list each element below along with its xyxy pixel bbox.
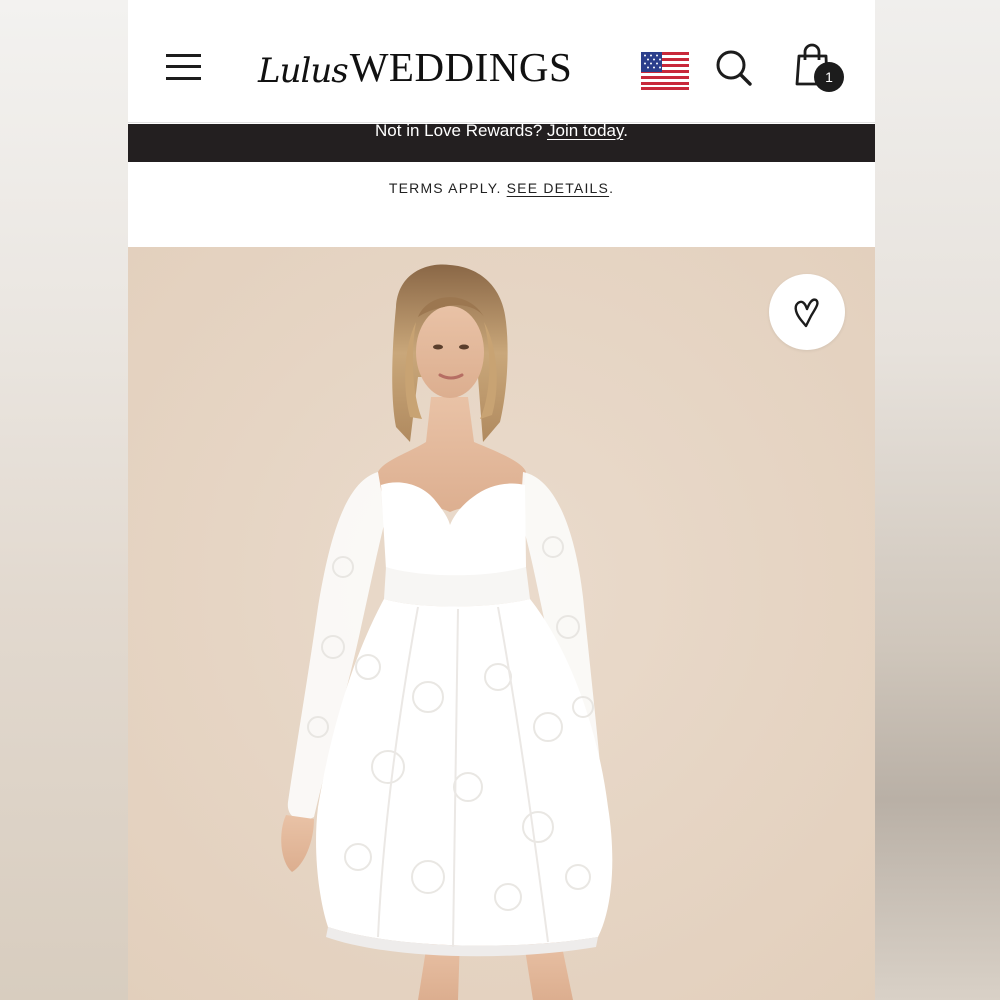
background-left-edge <box>0 0 128 1000</box>
model-in-white-lace-dress-image <box>128 247 875 1000</box>
see-details-link[interactable]: SEE DETAILS <box>507 180 609 196</box>
terms-text: TERMS APPLY. <box>388 180 507 196</box>
mobile-page: Lulus WEDDINGS 1 Not in Love Rewards? Jo… <box>128 0 875 1000</box>
cart-count-badge: 1 <box>814 62 844 92</box>
site-header: Lulus WEDDINGS 1 <box>128 0 875 123</box>
promo-text: Not in Love Rewards? Join today. <box>375 121 628 140</box>
promo-suffix: . <box>623 121 628 140</box>
heart-icon <box>794 298 819 328</box>
us-flag-icon[interactable] <box>641 52 689 90</box>
background-right-edge <box>875 0 1000 1000</box>
join-today-link[interactable]: Join today <box>547 121 623 140</box>
product-image[interactable] <box>128 247 875 1000</box>
logo-script: Lulus <box>258 51 349 91</box>
lulus-weddings-logo[interactable]: Lulus WEDDINGS <box>258 38 598 91</box>
search-icon[interactable] <box>714 48 754 88</box>
favorite-button[interactable] <box>769 274 845 350</box>
rewards-promo-bar: Not in Love Rewards? Join today. <box>128 121 875 162</box>
terms-notice: TERMS APPLY. SEE DETAILS. <box>128 180 875 196</box>
promo-message: Not in Love Rewards? <box>375 121 547 140</box>
hamburger-menu-icon[interactable] <box>164 50 204 82</box>
logo-weddings: WEDDINGS <box>349 44 573 90</box>
terms-suffix: . <box>609 180 615 196</box>
